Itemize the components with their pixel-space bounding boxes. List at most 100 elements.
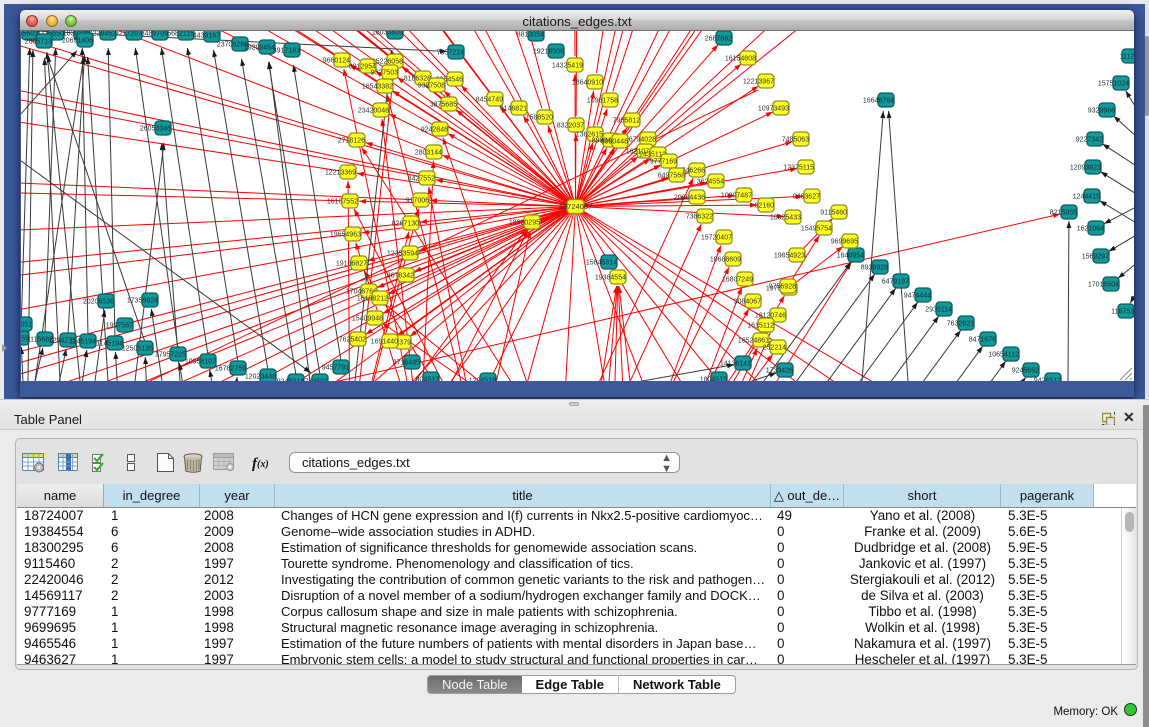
svg-text:17957225: 17957225	[155, 352, 186, 359]
svg-text:9660124: 9660124	[323, 58, 350, 65]
svg-text:16807249: 16807249	[722, 277, 753, 284]
svg-text:8678342: 8678342	[387, 273, 414, 280]
svg-text:62160: 62160	[755, 203, 775, 210]
svg-text:14325419: 14325419	[552, 63, 583, 70]
svg-text:16543382: 16543382	[362, 84, 393, 91]
svg-text:9327503: 9327503	[371, 70, 398, 77]
svg-text:8489709: 8489709	[141, 31, 168, 38]
svg-text:10961758: 10961758	[587, 98, 618, 105]
svg-text:9217207: 9217207	[115, 31, 142, 38]
svg-text:1691440: 1691440	[371, 339, 398, 346]
svg-text:12353594: 12353594	[387, 251, 418, 258]
svg-text:10025433: 10025433	[770, 215, 801, 222]
svg-text:11125: 11125	[1120, 54, 1134, 61]
svg-text:17359924: 17359924	[127, 298, 158, 305]
svg-text:252214: 252214	[763, 345, 786, 352]
svg-text:10973493: 10973493	[758, 106, 789, 113]
svg-text:9327508: 9327508	[418, 83, 445, 90]
svg-text:16198212: 16198212	[357, 296, 388, 303]
svg-text:9777169: 9777169	[650, 159, 677, 166]
svg-text:8427552: 8427552	[408, 176, 435, 183]
svg-text:12213967: 12213967	[743, 79, 774, 86]
svg-text:8186328: 8186328	[404, 76, 431, 83]
svg-text:12375115: 12375115	[783, 165, 814, 172]
svg-text:19384554: 19384554	[595, 275, 626, 282]
svg-text:16033809: 16033809	[372, 31, 403, 37]
svg-text:20206536: 20206536	[83, 299, 114, 306]
svg-text:9756928: 9756928	[769, 284, 796, 291]
svg-text:8938928: 8938928	[861, 265, 888, 272]
svg-text:19654963: 19654963	[330, 232, 361, 239]
svg-text:16648764: 16648764	[863, 98, 894, 105]
svg-text:16107552: 16107552	[327, 199, 358, 206]
svg-text:8267130: 8267130	[392, 221, 419, 228]
svg-text:9457791: 9457791	[322, 365, 349, 372]
svg-text:9474444: 9474444	[904, 293, 931, 300]
svg-text:1804515: 1804515	[700, 377, 727, 382]
svg-text:1640954: 1640954	[837, 253, 864, 260]
svg-text:12213369: 12213369	[325, 170, 356, 177]
svg-text:9329966: 9329966	[1088, 108, 1115, 115]
svg-text:2803144: 2803144	[415, 150, 442, 157]
svg-text:9424512: 9424512	[1034, 378, 1061, 382]
svg-text:20691406: 20691406	[62, 38, 93, 45]
svg-text:14136141: 14136141	[720, 361, 751, 368]
svg-text:8813054: 8813054	[517, 32, 544, 39]
svg-text:15409948: 15409948	[352, 316, 383, 323]
svg-text:1621064: 1621064	[1077, 226, 1104, 233]
svg-text:8215955: 8215955	[1050, 210, 1077, 217]
svg-text:9146821: 9146821	[500, 106, 527, 113]
svg-text:2687682: 2687682	[705, 36, 732, 43]
svg-text:8764501: 8764501	[301, 379, 328, 382]
svg-text:1244415: 1244415	[1073, 194, 1100, 201]
svg-text:15495754: 15495754	[801, 226, 832, 233]
svg-text:9115460: 9115460	[820, 210, 847, 217]
svg-text:2718126: 2718126	[338, 138, 365, 145]
svg-text:3716485: 3716485	[393, 360, 420, 367]
svg-text:9463627: 9463627	[793, 194, 820, 201]
svg-text:4439167: 4439167	[193, 33, 220, 40]
svg-text:12505135: 12505135	[122, 346, 153, 353]
svg-text:16782759: 16782759	[215, 366, 246, 373]
svg-text:19299464: 19299464	[244, 45, 275, 52]
svg-text:18724007: 18724007	[559, 202, 592, 211]
svg-text:1733426: 1733426	[766, 368, 793, 375]
svg-text:2055713: 2055713	[25, 39, 52, 46]
svg-text:12023448: 12023448	[245, 374, 276, 381]
svg-text:1569297: 1569297	[1082, 254, 1109, 261]
svg-text:116753: 116753	[1111, 309, 1134, 316]
svg-text:7625402: 7625402	[339, 337, 366, 344]
svg-text:7857224: 7857224	[437, 50, 464, 57]
svg-text:3917183: 3917183	[273, 48, 300, 55]
svg-text:1615112: 1615112	[747, 323, 774, 330]
svg-text:1145194: 1145194	[69, 339, 96, 346]
svg-text:10958107: 10958107	[185, 359, 216, 366]
svg-text:5682115: 5682115	[167, 31, 194, 38]
svg-text:7955812: 7955812	[613, 118, 640, 125]
svg-text:9699695: 9699695	[831, 239, 858, 246]
svg-text:19166827: 19166827	[336, 261, 367, 268]
svg-text:8471676: 8471676	[969, 337, 996, 344]
svg-text:8454749: 8454749	[476, 97, 503, 104]
svg-text:2935114: 2935114	[925, 307, 952, 314]
svg-text:10807487: 10807487	[721, 193, 752, 200]
svg-text:8322037: 8322037	[557, 123, 584, 130]
svg-text:7386322: 7386322	[686, 214, 713, 221]
svg-text:6794028: 6794028	[629, 137, 656, 144]
svg-text:1204518: 1204518	[469, 378, 496, 382]
svg-text:10654112: 10654112	[988, 352, 1019, 359]
svg-text:9245652: 9245652	[1012, 368, 1039, 375]
svg-text:16154808: 16154808	[725, 56, 756, 63]
svg-text:18640910: 18640910	[572, 80, 603, 87]
svg-text:9242848: 9242848	[421, 127, 448, 134]
svg-text:435051: 435051	[21, 322, 32, 329]
svg-text:746266: 746266	[682, 168, 705, 175]
svg-text:9084067: 9084067	[734, 299, 761, 306]
svg-text:1588520: 1588520	[526, 115, 553, 122]
svg-text:15720407: 15720407	[701, 235, 732, 242]
svg-text:16524861: 16524861	[738, 338, 769, 345]
svg-text:904512: 904512	[416, 377, 439, 382]
svg-text:20364436: 20364436	[674, 195, 705, 202]
svg-text:3624554: 3624554	[697, 179, 724, 186]
svg-text:15845314: 15845314	[586, 260, 617, 267]
